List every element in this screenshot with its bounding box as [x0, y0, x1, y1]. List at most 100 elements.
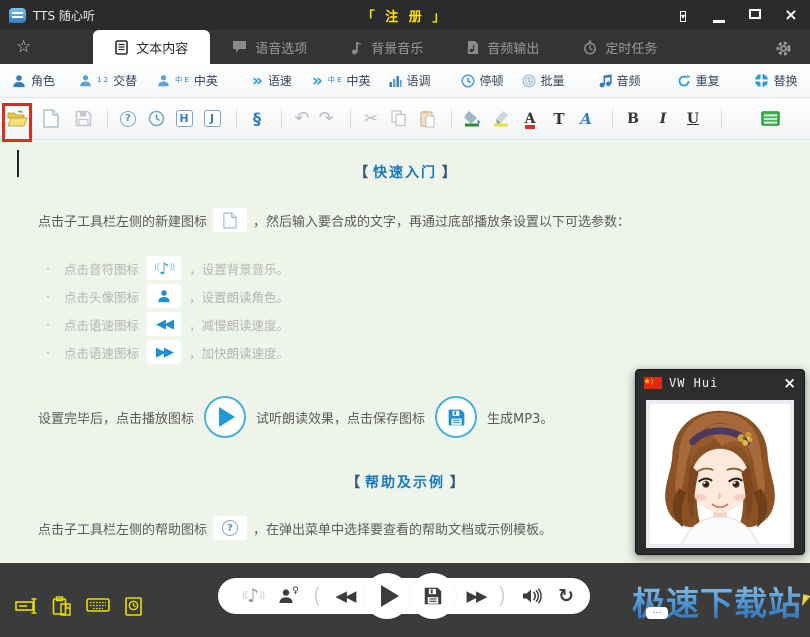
- tab-text-content[interactable]: 文本内容: [93, 30, 210, 64]
- repeat-button[interactable]: ↻: [558, 585, 574, 607]
- speed-label: 语速: [268, 72, 292, 89]
- repeat-button[interactable]: 重复: [677, 72, 720, 89]
- speed-up-button[interactable]: ▶▶: [466, 587, 485, 605]
- schedule-doc-icon[interactable]: [124, 596, 143, 617]
- batch-button[interactable]: 批量: [522, 72, 565, 89]
- history-button[interactable]: [144, 107, 168, 131]
- redo-icon: ↷: [318, 108, 333, 129]
- speed-bilingual-button[interactable]: » 中 E 中英: [312, 72, 371, 89]
- role-button[interactable]: 角色: [12, 72, 55, 89]
- scissors-icon: ✂: [364, 109, 378, 129]
- speed-button[interactable]: » 语速: [252, 72, 292, 89]
- tab-background-music[interactable]: 背景音乐: [329, 30, 445, 64]
- audio-file-icon: [467, 40, 479, 55]
- font-family-button[interactable]: T: [547, 107, 571, 131]
- voice-role-button[interactable]: ♀: [278, 588, 299, 604]
- close-button[interactable]: ×: [782, 7, 800, 23]
- minimize-button[interactable]: [710, 9, 728, 22]
- slow-down-button[interactable]: ◀◀: [335, 587, 354, 605]
- paste-button[interactable]: [415, 107, 439, 131]
- inline-music-note-icon: ((♪)): [147, 256, 181, 280]
- tab-timer-tasks[interactable]: 定时任务: [561, 30, 679, 64]
- intonation-button[interactable]: 语调: [389, 72, 431, 89]
- keyboard-icon[interactable]: [86, 596, 110, 613]
- play-icon: [381, 585, 399, 607]
- highlight-button[interactable]: [489, 107, 513, 131]
- speed-chevrons-icon: »: [252, 74, 263, 88]
- list-item: · 点击头像图标 ，设置朗读角色。: [46, 282, 810, 310]
- music-note-icon: [599, 74, 612, 88]
- separator: [107, 109, 108, 129]
- pause-button[interactable]: 停顿: [461, 72, 504, 89]
- capture-tool-icon[interactable]: [14, 596, 38, 616]
- hotkey-j-button[interactable]: J: [200, 107, 224, 131]
- tab-audio-output[interactable]: 音频输出: [445, 30, 561, 64]
- list-item: · 点击语速图标 ▶▶ ，加快朗读速度。: [46, 338, 810, 366]
- volume-button[interactable]: [522, 588, 542, 604]
- hotkey-h-icon: H: [176, 110, 193, 127]
- play-button[interactable]: [364, 573, 410, 619]
- floppy-icon: [423, 586, 443, 606]
- role-bilingual-button[interactable]: 中 E 中英: [157, 72, 218, 89]
- inline-rewind-icon: ◀◀: [147, 312, 181, 336]
- save-floppy-icon: [75, 110, 92, 127]
- font-size-button[interactable]: A: [574, 107, 598, 131]
- bar-chart-icon: [389, 75, 402, 87]
- fill-color-bucket-icon: [464, 110, 481, 127]
- cut-button[interactable]: ✂: [359, 107, 383, 131]
- replace-button[interactable]: 替换: [754, 72, 798, 89]
- fill-color-button[interactable]: [460, 107, 484, 131]
- hotkey-h-button[interactable]: H: [172, 107, 196, 131]
- watermark-bubble-decoration: …: [646, 607, 668, 619]
- inline-person-icon: [147, 284, 181, 308]
- audio-button[interactable]: 音频: [599, 72, 641, 89]
- paren-decoration: (: [313, 584, 322, 609]
- repeat-label: 重复: [696, 72, 720, 89]
- save-mp3-button[interactable]: [410, 573, 456, 619]
- save-button[interactable]: [71, 107, 95, 131]
- table-button[interactable]: [758, 107, 782, 131]
- inline-fast-forward-icon: ▶▶: [147, 340, 181, 364]
- section-title-quick-start: 【 快速入门 】: [0, 162, 810, 182]
- undo-button[interactable]: ↶: [290, 107, 314, 131]
- favorite-star-icon[interactable]: ☆: [16, 37, 31, 57]
- character-panel-titlebar[interactable]: VW Hui ×: [636, 370, 804, 396]
- font-color-button[interactable]: A: [518, 107, 542, 131]
- character-avatar: [650, 404, 790, 544]
- help-button[interactable]: ?: [116, 107, 140, 131]
- inline-play-circle-icon: [204, 396, 246, 438]
- inline-new-document-icon: [213, 208, 247, 232]
- pause-label: 停顿: [480, 72, 504, 89]
- hotkey-j-icon: J: [204, 110, 221, 127]
- new-document-button[interactable]: [39, 107, 63, 131]
- alternate-button[interactable]: 1 2 交替: [79, 72, 137, 89]
- underline-button[interactable]: U: [681, 107, 705, 131]
- window-controls: ▾ ×: [674, 0, 800, 30]
- female-symbol: ♀: [292, 586, 299, 596]
- separator: [721, 109, 722, 129]
- tab-voice-options[interactable]: 语音选项: [210, 30, 329, 64]
- tray-button[interactable]: ▾: [674, 9, 692, 22]
- voice-character-panel[interactable]: VW Hui ×: [635, 369, 805, 555]
- clipboard-paste-icon[interactable]: [52, 596, 72, 617]
- stopwatch-icon: [583, 40, 597, 55]
- redo-button[interactable]: ↷: [314, 107, 338, 131]
- tray-tools: [14, 596, 143, 617]
- character-panel-close-icon[interactable]: ×: [783, 374, 796, 392]
- bgm-toggle-button[interactable]: ((♪)): [242, 585, 264, 607]
- italic-button[interactable]: I: [651, 107, 675, 131]
- speech-bubble-icon: [232, 40, 247, 54]
- font-t-icon: T: [553, 110, 564, 128]
- undo-icon: ↶: [294, 108, 309, 129]
- china-flag-icon: [644, 377, 662, 389]
- new-document-icon: [43, 109, 59, 128]
- tab-bar: ☆ 文本内容 语音选项 背景音乐 音频输出: [0, 30, 810, 64]
- maximize-button[interactable]: [746, 9, 764, 22]
- bold-button[interactable]: B: [621, 107, 645, 131]
- paren-decoration: ): [498, 584, 507, 609]
- copy-button[interactable]: [387, 107, 411, 131]
- minimize-icon: [713, 20, 725, 23]
- sub-toolbar: ? H J § ↶ ↷ ✂ A T A B: [0, 98, 810, 140]
- paragraph-button[interactable]: §: [245, 107, 269, 131]
- settings-gear-icon[interactable]: [775, 40, 792, 57]
